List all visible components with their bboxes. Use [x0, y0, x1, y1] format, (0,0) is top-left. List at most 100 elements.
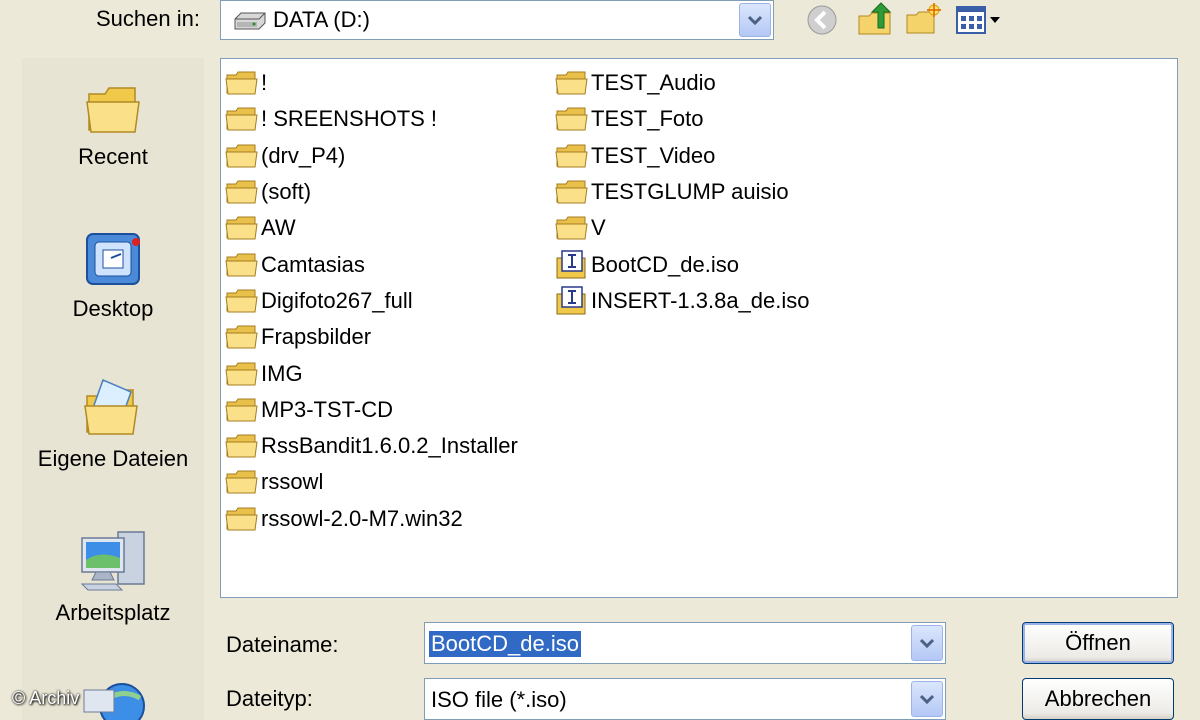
place-label: Recent	[78, 144, 148, 169]
file-list-column-2: TEST_Audio TEST_Foto TEST_Video TESTGLUMP a…	[555, 65, 810, 319]
file-list-item[interactable]: Camtasias	[225, 246, 518, 282]
file-list-item[interactable]: (soft)	[225, 174, 518, 210]
new-folder-icon	[906, 3, 941, 34]
new-folder-button[interactable]	[904, 2, 942, 38]
filetype-select[interactable]: ISO file (*.iso)	[424, 678, 946, 720]
file-list-item[interactable]: !	[225, 65, 518, 101]
folder-icon	[225, 71, 258, 95]
file-name: TEST_Audio	[591, 70, 716, 96]
chevron-down-icon	[920, 694, 934, 705]
folder-icon	[225, 434, 258, 458]
look-in-dropdown-button[interactable]	[739, 3, 771, 37]
views-menu-button[interactable]	[954, 2, 1004, 38]
file-name: ! SREENSHOTS !	[261, 106, 438, 132]
network-icon	[83, 683, 145, 720]
file-name: !	[261, 70, 268, 96]
file-name: RssBandit1.6.0.2_Installer	[261, 433, 518, 459]
place-my-computer[interactable]: Arbeitsplatz	[22, 528, 204, 626]
file-list-item[interactable]: RssBandit1.6.0.2_Installer	[225, 428, 518, 464]
file-name: AW	[261, 215, 296, 241]
file-list-item[interactable]: (drv_P4)	[225, 138, 518, 174]
file-list-item[interactable]: MP3-TST-CD	[225, 392, 518, 428]
folder-icon	[225, 362, 258, 386]
look-in-label: Suchen in:	[96, 6, 200, 31]
file-list-item[interactable]: TEST_Video	[555, 138, 810, 174]
folder-icon	[225, 180, 258, 204]
place-label: Arbeitsplatz	[55, 600, 171, 625]
folder-icon	[225, 107, 258, 131]
file-list-item[interactable]: Digifoto267_full	[225, 283, 518, 319]
iso-file-icon	[556, 286, 586, 315]
my-computer-icon	[80, 531, 145, 591]
file-list-item[interactable]: Frapsbilder	[225, 319, 518, 355]
folder-icon	[225, 398, 258, 422]
open-button[interactable]: Öffnen	[1022, 622, 1174, 664]
folder-icon	[225, 325, 258, 349]
filename-combo[interactable]: BootCD_de.iso	[424, 622, 946, 664]
folder-icon	[225, 289, 258, 313]
file-name: TEST_Video	[591, 142, 716, 168]
filename-input[interactable]: BootCD_de.iso	[429, 631, 581, 657]
file-name: Camtasias	[261, 251, 365, 277]
file-list-column-1: ! ! SREENSHOTS ! (drv_P4) (soft) AW Camtasias…	[225, 65, 518, 537]
file-list-item[interactable]: rssowl	[225, 464, 518, 500]
filetype-label: Dateityp:	[226, 686, 313, 711]
file-name: INSERT-1.3.8a_de.iso	[591, 287, 810, 313]
file-name: V	[591, 215, 606, 241]
iso-file-icon	[556, 249, 586, 279]
folder-icon	[225, 216, 258, 240]
filename-dropdown-button[interactable]	[911, 625, 943, 661]
place-recent[interactable]: Recent	[22, 80, 204, 170]
file-name: Frapsbilder	[261, 324, 372, 350]
folder-icon	[555, 180, 588, 204]
place-label: Desktop	[72, 296, 154, 321]
filetype-dropdown-button[interactable]	[911, 681, 943, 717]
file-list-item[interactable]: ! SREENSHOTS !	[225, 101, 518, 137]
views-menu-icon	[956, 6, 1000, 34]
file-list[interactable]: ! ! SREENSHOTS ! (drv_P4) (soft) AW Camtasias…	[220, 58, 1178, 598]
file-list-item[interactable]: TEST_Audio	[555, 65, 810, 101]
file-list-item[interactable]: AW	[225, 210, 518, 246]
file-list-item[interactable]: TEST_Foto	[555, 101, 810, 137]
filename-label: Dateiname:	[226, 632, 339, 657]
look-in-value: DATA (D:)	[273, 7, 370, 32]
back-icon	[807, 5, 837, 35]
file-name: Digifoto267_full	[261, 287, 413, 313]
desktop-icon	[86, 233, 140, 285]
recent-folder-icon	[86, 87, 140, 133]
cancel-button[interactable]: Abbrechen	[1022, 678, 1174, 720]
file-list-item[interactable]: V	[555, 210, 810, 246]
file-name: BootCD_de.iso	[591, 251, 739, 277]
file-name: (drv_P4)	[261, 142, 346, 168]
file-name: rssowl	[261, 469, 324, 495]
file-name: (soft)	[261, 179, 312, 205]
look-in-dropdown[interactable]: DATA (D:)	[220, 0, 774, 40]
file-list-item[interactable]: TESTGLUMP auisio	[555, 174, 810, 210]
file-name: IMG	[261, 360, 303, 386]
chevron-down-icon	[748, 15, 762, 26]
up-folder-button[interactable]	[856, 2, 894, 38]
folder-icon	[225, 470, 258, 494]
place-label: Eigene Dateien	[37, 446, 189, 471]
watermark: © Archiv	[12, 688, 80, 708]
folder-icon	[225, 144, 258, 168]
file-list-item[interactable]: IMG	[225, 355, 518, 391]
folder-icon	[225, 507, 258, 531]
filetype-value: ISO file (*.iso)	[431, 687, 567, 712]
folder-icon	[555, 144, 588, 168]
file-name: rssowl-2.0-M7.win32	[261, 505, 463, 531]
place-my-documents[interactable]: Eigene Dateien	[22, 376, 204, 472]
up-folder-icon	[858, 2, 892, 35]
back-button[interactable]	[804, 2, 842, 38]
file-list-item[interactable]: BootCD_de.iso	[555, 246, 810, 282]
my-documents-icon	[84, 378, 138, 435]
file-name: TESTGLUMP auisio	[591, 179, 789, 205]
file-list-item[interactable]: INSERT-1.3.8a_de.iso	[555, 283, 810, 319]
file-name: MP3-TST-CD	[261, 396, 393, 422]
folder-icon	[555, 107, 588, 131]
file-name: TEST_Foto	[591, 106, 704, 132]
folder-icon	[555, 71, 588, 95]
place-desktop[interactable]: Desktop	[22, 228, 204, 322]
drive-icon	[233, 11, 267, 37]
file-list-item[interactable]: rssowl-2.0-M7.win32	[225, 501, 518, 537]
